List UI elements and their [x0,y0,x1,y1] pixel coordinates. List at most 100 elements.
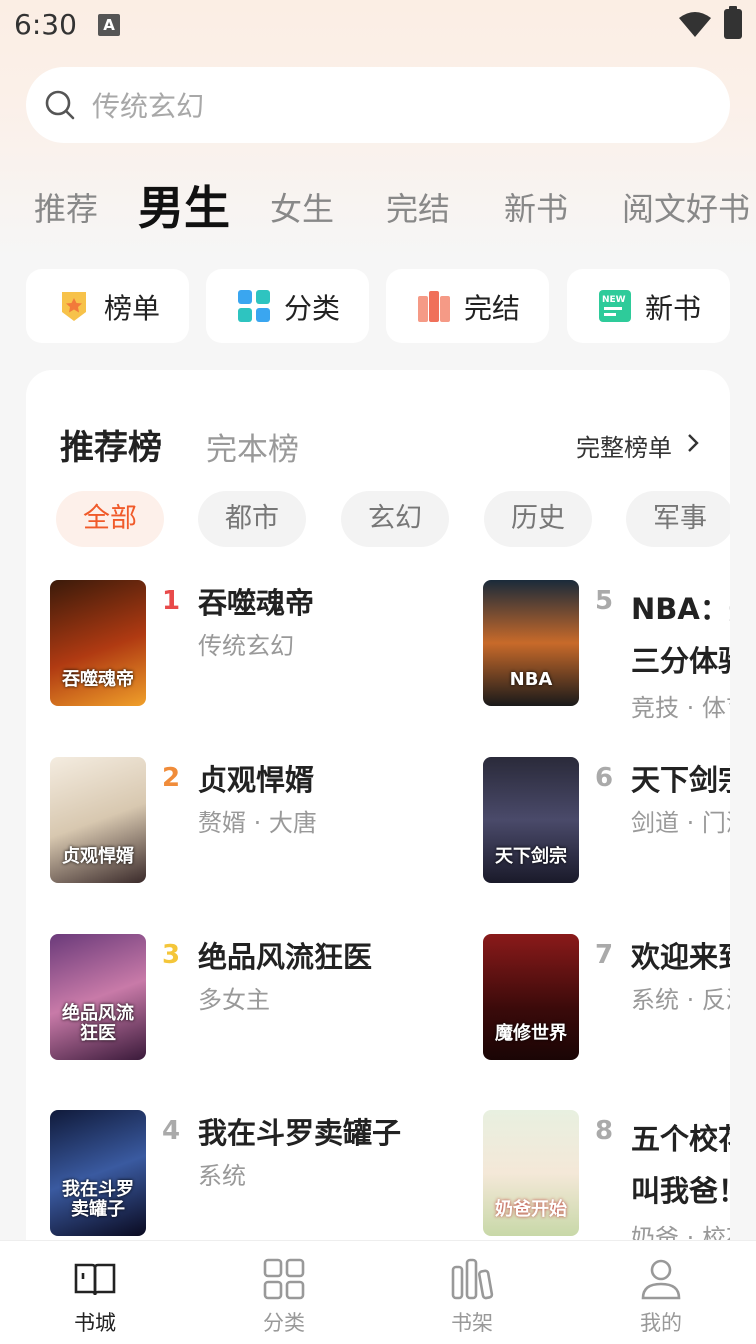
cover-title: 我在斗罗卖罐子 [62,1179,134,1220]
cover-title: NBA [509,669,553,690]
nav-bookstore[interactable]: 书城 [35,1241,155,1344]
book-item[interactable]: NBA 5 NBA：开 三分体验 竞技 · 体育 [483,580,730,730]
grid-icon [263,1258,305,1300]
cover-title: 吞噬魂帝 [62,669,134,690]
full-list-link[interactable]: 完整榜单 [576,428,672,463]
ranking-tab-recommend[interactable]: 推荐榜 [60,420,162,469]
completed-books-icon [418,291,450,322]
book-cover: 贞观悍婿 [50,757,146,883]
book-item[interactable]: 魔修世界 7 欢迎来到 系统 · 反派 [483,934,730,1084]
book-rank: 1 [162,586,181,616]
nav-profile-label: 我的 [640,1311,682,1335]
battery-icon [724,6,742,39]
book-tags: 剑道 · 门派 [631,809,730,837]
book-title: NBA：开 [631,592,730,626]
book-cover: 魔修世界 [483,934,579,1060]
book-tags: 系统 · 反派 [631,986,730,1014]
book-rank: 4 [162,1116,181,1146]
bottom-nav: 书城 分类 书架 我的 [0,1240,756,1344]
nav-profile[interactable]: 我的 [601,1241,721,1344]
new-book-entry-label: 新书 [645,292,702,325]
book-rank: 8 [595,1116,614,1146]
ranking-card: 推荐榜 完本榜 完整榜单 全部 都市 玄幻 历史 军事 吞噬魂帝 1 吞噬魂帝 … [26,370,730,1270]
category-grid-icon [238,290,270,322]
book-cover: 吞噬魂帝 [50,580,146,706]
notification-icon: A [98,14,120,36]
cover-title: 贞观悍婿 [62,846,134,867]
search-placeholder: 传统玄幻 [92,90,205,123]
search-icon [45,90,75,120]
tab-female[interactable]: 女生 [270,184,334,230]
completed-entry-button[interactable]: 完结 [386,269,549,343]
tab-recommend[interactable]: 推荐 [34,184,98,230]
ranking-tab-completed[interactable]: 完本榜 [206,424,299,469]
nav-category[interactable]: 分类 [224,1241,344,1344]
book-title: 吞噬魂帝 [198,586,315,620]
book-title: 欢迎来到 [631,940,730,974]
book-title: 我在斗罗卖罐子 [198,1116,402,1150]
tab-good-books[interactable]: 阅文好书 [622,184,750,230]
cover-title: 魔修世界 [495,1023,567,1044]
book-tags: 多女主 [198,986,270,1014]
bookshelf-icon [451,1258,494,1300]
wifi-icon [679,12,711,37]
chip-fantasy[interactable]: 玄幻 [341,491,449,547]
book-open-icon [74,1263,116,1296]
ranking-icon [62,292,86,321]
book-rank: 3 [162,940,181,970]
book-cover: NBA [483,580,579,706]
chip-military[interactable]: 军事 [626,491,730,547]
book-title: 贞观悍婿 [198,763,315,797]
book-cover: 我在斗罗卖罐子 [50,1110,146,1236]
book-rank: 6 [595,763,614,793]
book-title: 五个校花 [631,1122,730,1156]
book-rank: 5 [595,586,614,616]
ranking-entry-button[interactable]: 榜单 [26,269,189,343]
nav-bookshelf-label: 书架 [451,1311,493,1335]
chip-all[interactable]: 全部 [56,491,164,547]
tab-new[interactable]: 新书 [504,184,568,230]
svg-text:NEW: NEW [602,295,626,305]
new-book-icon: NEW [599,290,631,322]
cover-title: 奶爸开始 [495,1199,567,1220]
book-item[interactable]: 吞噬魂帝 1 吞噬魂帝 传统玄幻 [50,580,380,730]
cover-title: 绝品风流狂医 [62,1003,134,1044]
nav-bookstore-label: 书城 [74,1311,116,1335]
category-entry-label: 分类 [284,292,341,325]
book-title: 绝品风流狂医 [198,940,373,974]
new-book-entry-button[interactable]: NEW 新书 [567,269,730,343]
book-cover: 奶爸开始 [483,1110,579,1236]
ranking-entry-label: 榜单 [104,292,161,325]
chip-history[interactable]: 历史 [484,491,592,547]
chip-urban[interactable]: 都市 [198,491,306,547]
book-title-line2: 三分体验 [631,644,730,678]
book-tags: 系统 [198,1162,246,1190]
chevron-right-icon [688,434,699,452]
category-entry-button[interactable]: 分类 [206,269,369,343]
book-tags: 赘婿 · 大唐 [198,809,317,837]
book-item[interactable]: 天下剑宗 6 天下剑宗 剑道 · 门派 [483,757,730,907]
book-tags: 传统玄幻 [198,632,294,660]
completed-entry-label: 完结 [464,292,521,325]
status-time: 6:30 [14,8,77,41]
book-cover: 天下剑宗 [483,757,579,883]
book-item[interactable]: 贞观悍婿 2 贞观悍婿 赘婿 · 大唐 [50,757,380,907]
tab-male[interactable]: 男生 [138,172,230,238]
main-tabs: 推荐 男生 女生 完结 新书 阅文好书 [0,170,756,240]
book-title-line2: 叫我爸！ [631,1174,730,1208]
book-rank: 7 [595,940,614,970]
nav-category-label: 分类 [263,1311,305,1335]
search-input[interactable]: 传统玄幻 [26,67,730,143]
tab-completed[interactable]: 完结 [386,184,450,230]
book-item[interactable]: 我在斗罗卖罐子 4 我在斗罗卖罐子 系统 [50,1110,401,1260]
book-title: 天下剑宗 [631,763,730,797]
book-rank: 2 [162,763,181,793]
nav-bookshelf[interactable]: 书架 [412,1241,532,1344]
book-item[interactable]: 奶爸开始 8 五个校花 叫我爸！ 奶爸 · 校花 [483,1110,730,1260]
book-cover: 绝品风流狂医 [50,934,146,1060]
book-tags: 竞技 · 体育 [631,694,730,722]
cover-title: 天下剑宗 [495,846,567,867]
book-item[interactable]: 绝品风流狂医 3 绝品风流狂医 多女主 [50,934,380,1084]
status-bar: 6:30 A [0,0,756,52]
user-icon [641,1259,681,1300]
